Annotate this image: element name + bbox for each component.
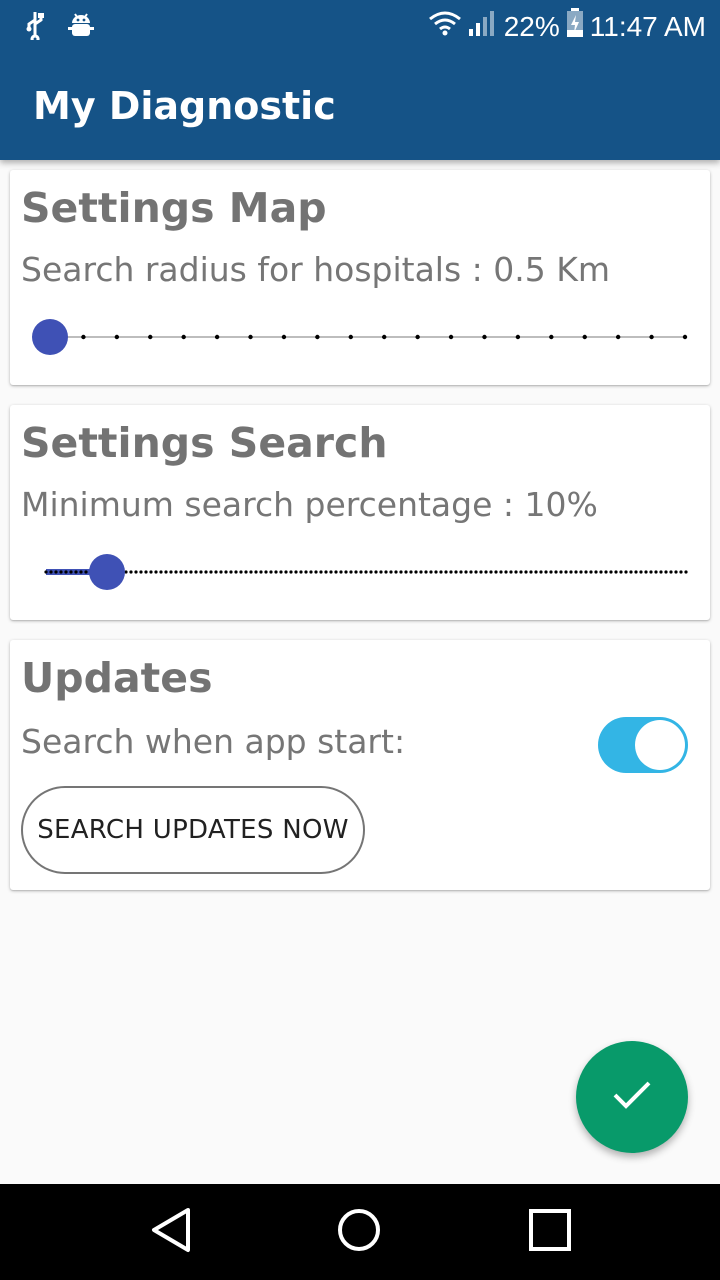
min-search-percentage-slider-thumb[interactable]: [89, 554, 125, 590]
signal-icon: [468, 9, 498, 44]
confirm-fab[interactable]: [576, 1041, 688, 1153]
home-button[interactable]: [335, 1208, 383, 1256]
search-radius-slider[interactable]: [20, 317, 688, 357]
min-search-percentage-label: Minimum search percentage : 10%: [21, 485, 598, 524]
check-icon: [612, 1080, 652, 1115]
navigation-bar: [0, 1184, 720, 1280]
recents-button[interactable]: [526, 1208, 574, 1256]
usb-icon: [24, 10, 46, 45]
app-title: My Diagnostic: [33, 84, 336, 128]
app-bar: 22% 11:47 AM My Diagnostic: [0, 0, 720, 160]
search-radius-slider-thumb[interactable]: [32, 319, 68, 355]
search-radius-slider-track: [47, 334, 688, 340]
battery-charging-icon: [566, 8, 584, 45]
recents-icon: [528, 1208, 572, 1257]
search-on-start-label: Search when app start:: [21, 722, 406, 761]
search-on-start-switch[interactable]: [598, 717, 688, 773]
home-icon: [336, 1207, 382, 1258]
back-button[interactable]: [146, 1206, 194, 1259]
min-search-percentage-slider[interactable]: [20, 552, 688, 592]
clock: 11:47 AM: [589, 10, 706, 42]
settings-map-title: Settings Map: [21, 184, 327, 232]
settings-search-card: Settings Search Minimum search percentag…: [10, 405, 710, 620]
back-icon: [148, 1206, 192, 1259]
settings-map-card: Settings Map Search radius for hospitals…: [10, 170, 710, 385]
search-radius-label: Search radius for hospitals : 0.5 Km: [21, 250, 611, 289]
settings-search-title: Settings Search: [21, 419, 388, 467]
status-bar: 22% 11:47 AM: [0, 0, 720, 50]
battery-percent: 22%: [503, 10, 560, 42]
updates-card: Updates Search when app start: SEARCH UP…: [10, 640, 710, 890]
switch-knob: [635, 720, 685, 770]
search-updates-now-button[interactable]: SEARCH UPDATES NOW: [21, 786, 365, 874]
android-debug-icon: [68, 11, 94, 44]
wifi-icon: [428, 10, 462, 43]
updates-title: Updates: [21, 654, 213, 702]
